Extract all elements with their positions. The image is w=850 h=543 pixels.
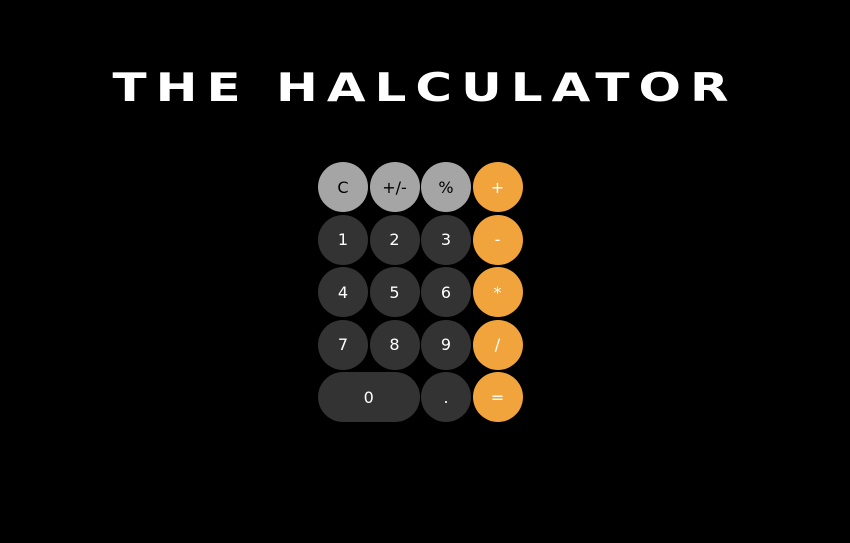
digit-1-button[interactable]: 1	[318, 214, 368, 265]
percent-button[interactable]: %	[421, 162, 471, 212]
multiply-button[interactable]: *	[472, 267, 523, 317]
digit-3-button[interactable]: 3	[421, 214, 471, 265]
digit-7-button[interactable]: 7	[318, 319, 368, 370]
digit-4-button[interactable]: 4	[318, 267, 368, 317]
subtract-button[interactable]: -	[472, 214, 523, 265]
equals-button[interactable]: =	[472, 372, 523, 422]
digit-5-button[interactable]: 5	[369, 267, 420, 317]
decimal-button[interactable]: .	[421, 372, 471, 422]
calculator-keypad: C +/- % + 1 2 3 - 4 5 6 * 7 8 9 / 0 . =	[318, 162, 523, 422]
digit-2-button[interactable]: 2	[369, 214, 420, 265]
negate-button[interactable]: +/-	[369, 162, 420, 212]
digit-0-button[interactable]: 0	[318, 372, 420, 422]
digit-9-button[interactable]: 9	[421, 319, 471, 370]
digit-6-button[interactable]: 6	[421, 267, 471, 317]
page: THE HALCULATOR C +/- % + 1 2 3 - 4 5 6 *…	[0, 0, 850, 543]
page-title: THE HALCULATOR	[112, 65, 738, 111]
add-button[interactable]: +	[472, 162, 523, 212]
divide-button[interactable]: /	[472, 319, 523, 370]
digit-8-button[interactable]: 8	[369, 319, 420, 370]
clear-button[interactable]: C	[318, 162, 368, 212]
